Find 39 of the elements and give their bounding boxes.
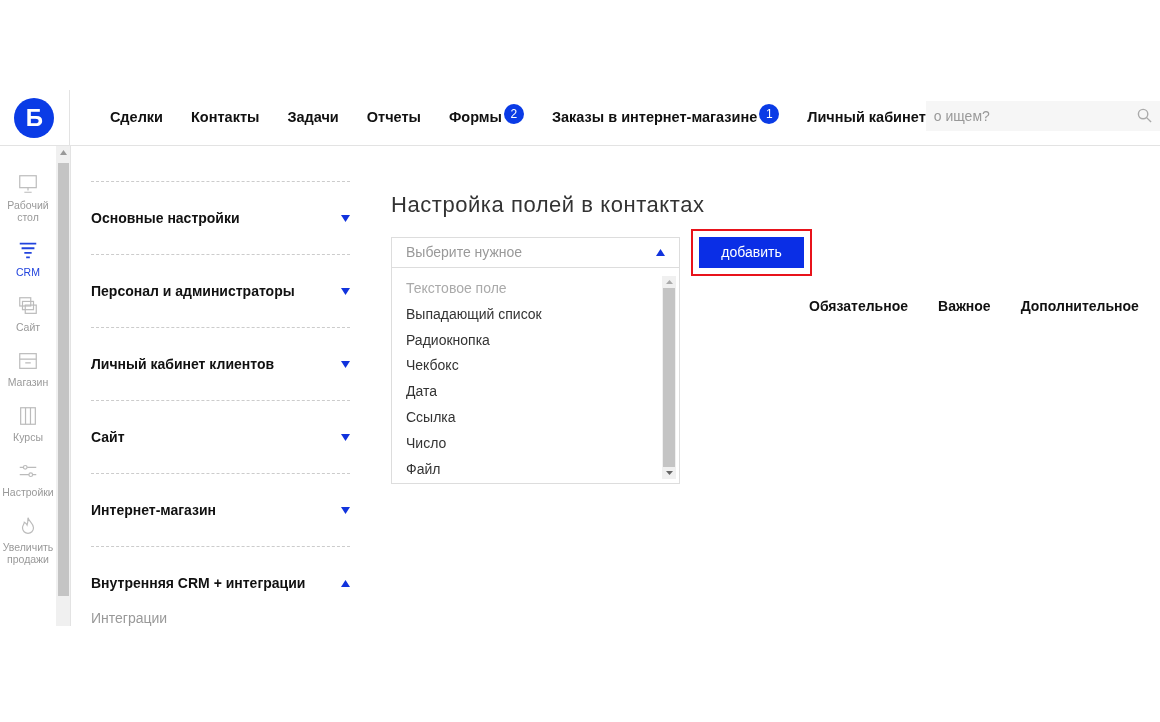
books-icon bbox=[17, 405, 39, 427]
scrollbar[interactable] bbox=[662, 276, 676, 479]
sidebar-item[interactable]: CRM bbox=[0, 240, 56, 278]
scroll-up-icon[interactable] bbox=[59, 150, 67, 155]
add-button[interactable]: добавить bbox=[699, 237, 804, 268]
scroll-up-icon[interactable] bbox=[665, 280, 673, 284]
nav-link[interactable]: Формы 2 bbox=[448, 106, 524, 129]
dropdown-option[interactable]: Дата bbox=[406, 379, 662, 405]
dropdown-option[interactable]: Файл bbox=[406, 456, 662, 483]
nav-link[interactable]: Задачи bbox=[287, 106, 339, 129]
settings-section[interactable]: Основные настройки bbox=[91, 182, 350, 254]
nav-link[interactable]: Сделки bbox=[109, 106, 163, 129]
count-badge: 2 bbox=[503, 103, 524, 124]
logo[interactable]: Б bbox=[14, 97, 55, 138]
search-icon[interactable] bbox=[1137, 108, 1152, 123]
dropdown-option[interactable]: Число bbox=[406, 430, 662, 457]
nav-link[interactable]: Личный кабинет bbox=[807, 106, 926, 129]
count-badge: 1 bbox=[759, 103, 780, 124]
drawer-icon bbox=[17, 350, 39, 372]
column-header: Дополнительное bbox=[1020, 297, 1139, 316]
nav-link[interactable]: Контакты bbox=[191, 106, 260, 129]
scroll-down-icon[interactable] bbox=[665, 471, 673, 475]
monitor-icon bbox=[17, 173, 39, 195]
nav-link[interactable]: Заказы в интернет-магазине 1 bbox=[551, 106, 780, 129]
settings-section[interactable]: Интернет-магазин bbox=[91, 474, 350, 546]
column-header: Важное bbox=[938, 297, 991, 316]
dropdown-option[interactable]: Выпадающий список bbox=[406, 301, 662, 328]
settings-section[interactable]: Персонал и администраторы bbox=[91, 255, 350, 327]
scrollbar[interactable] bbox=[56, 146, 71, 626]
settings-section[interactable]: Сайт bbox=[91, 401, 350, 473]
column-header: Обязательное bbox=[809, 297, 909, 316]
dropdown-option[interactable]: Ссылка bbox=[406, 405, 662, 431]
nav-link[interactable]: Отчеты bbox=[366, 106, 421, 129]
settings-section[interactable]: Личный кабинет клиентов bbox=[91, 328, 350, 400]
search-field[interactable]: о ищем? bbox=[925, 101, 1160, 131]
dropdown-option[interactable]: Чекбокс bbox=[406, 353, 662, 380]
page-title: Настройка полей в контактах bbox=[391, 191, 706, 219]
dropdown-option[interactable]: Радиокнопка bbox=[406, 327, 662, 354]
windows-icon bbox=[17, 295, 39, 317]
